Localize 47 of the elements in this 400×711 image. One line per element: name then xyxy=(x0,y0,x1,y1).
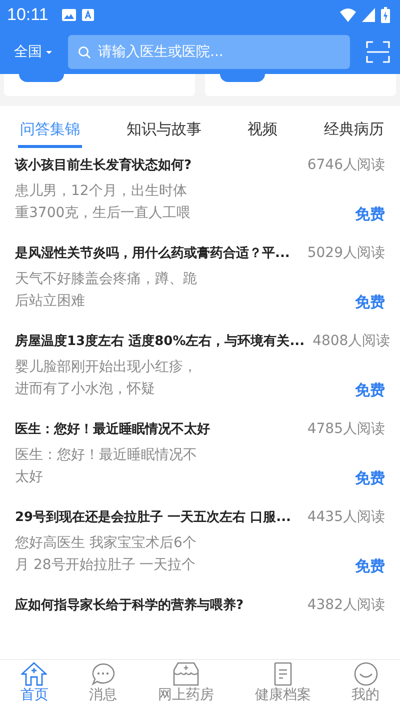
price-label: 免费 xyxy=(355,293,385,312)
nav-tab[interactable]: 健康档案 xyxy=(254,660,311,711)
nav-tab[interactable]: 网上药房 xyxy=(158,660,214,711)
price-label: 免费 xyxy=(355,557,385,576)
search-field[interactable]: 请输入医生或医院... xyxy=(68,35,350,69)
question-title[interactable]: 医生：您好！最近睡眠情况不太好 xyxy=(15,420,210,438)
question-title[interactable]: 应如何指导家长给于科学的营养与喂养? xyxy=(15,596,244,614)
battery-icon xyxy=(381,7,390,23)
smile-icon xyxy=(352,662,379,686)
price-label: 免费 xyxy=(355,381,385,400)
read-count: 4435人阅读 xyxy=(307,508,385,526)
question-title[interactable]: 29号到现在还是会拉肚子 一天五次左右 口服... xyxy=(15,508,291,526)
question-title[interactable]: 房屋温度13度左右 适度80%左右，与环境有关... xyxy=(15,332,305,350)
question-description: 您好高医生 我家宝宝术后6个月 28号开始拉肚子 一天拉个 xyxy=(15,534,197,575)
scan-icon[interactable] xyxy=(366,41,390,63)
category-tab[interactable]: 视频 xyxy=(246,106,280,148)
region-selector[interactable]: 全国 xyxy=(14,43,52,61)
read-count: 4808人阅读 xyxy=(312,332,390,350)
read-count: 4785人阅读 xyxy=(307,420,385,438)
image-icon xyxy=(62,9,76,21)
question-description: 医生：您好！最近睡眠情况不太好 xyxy=(15,446,197,487)
store-icon xyxy=(172,662,199,686)
status-time: 10:11 xyxy=(7,5,48,25)
price-label: 免费 xyxy=(355,205,385,224)
chat-icon xyxy=(90,662,116,686)
read-count: 6746人阅读 xyxy=(307,156,385,174)
question-description: 婴儿脸部刚开始出现小红疹，进而有了小水泡，怀疑 xyxy=(15,358,197,399)
read-count: 4382人阅读 xyxy=(307,596,385,614)
feature-card[interactable] xyxy=(4,74,195,96)
question-title[interactable]: 是风湿性关节炎吗，用什么药或膏药合适？平... xyxy=(15,244,290,262)
category-tab[interactable]: 经典病历 xyxy=(322,106,386,148)
price-label: 免费 xyxy=(355,469,385,488)
wifi-icon xyxy=(340,8,356,22)
signal-icon xyxy=(362,8,375,22)
nav-tab[interactable]: 我的 xyxy=(352,660,380,711)
read-count: 5029人阅读 xyxy=(307,244,385,262)
caret-icon xyxy=(46,50,52,54)
category-tab[interactable]: 知识与故事 xyxy=(124,106,204,148)
keyboard-icon xyxy=(82,9,94,21)
nav-tab[interactable]: 消息 xyxy=(89,660,118,711)
question-description: 天气不好膝盖会疼痛，蹲、跪后站立困难 xyxy=(15,270,197,311)
nav-tab[interactable]: 首页 xyxy=(20,660,48,711)
home-icon xyxy=(21,662,48,686)
feature-card[interactable] xyxy=(205,74,396,96)
search-icon xyxy=(78,46,91,59)
question-description: 患儿男，12个月，出生时体重3700克，生后一直人工喂 xyxy=(15,182,192,223)
question-title[interactable]: 该小孩目前生长发育状态如何? xyxy=(15,156,192,174)
